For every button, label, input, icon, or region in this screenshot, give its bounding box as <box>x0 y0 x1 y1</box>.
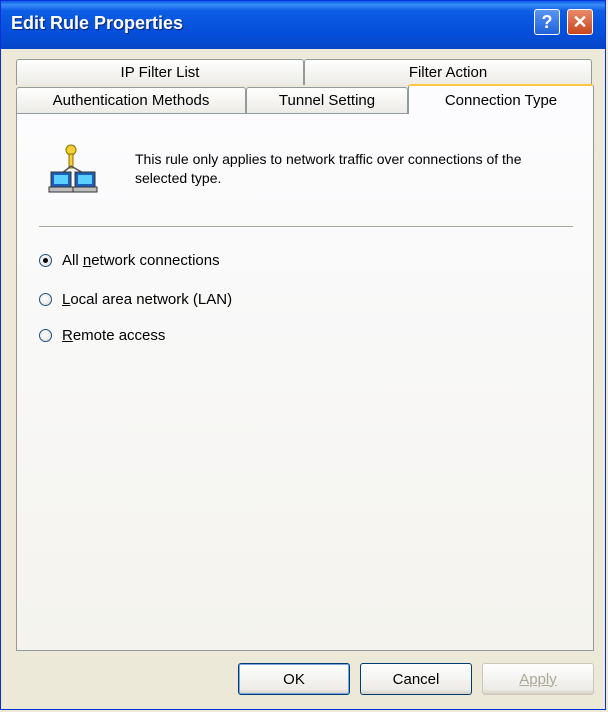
info-text: This rule only applies to network traffi… <box>135 151 522 186</box>
tab-filter-action[interactable]: Filter Action <box>304 59 592 85</box>
radio-label: All network connections <box>62 251 220 269</box>
tab-ip-filter-list[interactable]: IP Filter List <box>16 59 304 85</box>
radio-unselected-icon[interactable] <box>39 292 52 306</box>
radio-label: Local area network (LAN) <box>62 290 233 308</box>
divider <box>39 226 573 228</box>
radio-local-area-network[interactable]: Local area network (LAN) <box>39 289 232 309</box>
tab-label: Tunnel Setting <box>278 92 376 109</box>
network-computers-icon <box>47 144 99 199</box>
tab-label: IP Filter List <box>120 64 200 81</box>
radio-selected-icon[interactable] <box>39 253 52 267</box>
tab-authentication-methods[interactable]: Authentication Methods <box>16 87 246 113</box>
tab-connection-type[interactable]: Connection Type <box>408 84 594 114</box>
tab-panel-connection-type: This rule only applies to network traffi… <box>16 113 594 651</box>
close-icon: ✕ <box>572 11 588 32</box>
radio-unselected-icon[interactable] <box>39 328 52 342</box>
cancel-button[interactable]: Cancel <box>360 663 472 695</box>
window-title: Edit Rule Properties <box>11 13 184 33</box>
close-button[interactable]: ✕ <box>567 9 593 35</box>
tab-label: Authentication Methods <box>52 92 210 109</box>
help-button[interactable]: ? <box>534 9 560 35</box>
apply-button[interactable]: Apply <box>482 663 594 695</box>
tab-label: Filter Action <box>408 64 488 81</box>
tab-label: Connection Type <box>444 91 558 109</box>
title-bar[interactable]: Edit Rule Properties ? ✕ <box>1 1 605 49</box>
radio-label: Remote access <box>62 326 166 344</box>
radio-all-network-connections[interactable]: All network connections <box>39 250 220 270</box>
ok-button[interactable]: OK <box>238 663 350 695</box>
apply-label: Apply <box>519 670 557 688</box>
dialog-window: Edit Rule Properties ? ✕ IP Filter List … <box>0 0 606 710</box>
radio-remote-access[interactable]: Remote access <box>39 325 165 345</box>
tab-tunnel-setting[interactable]: Tunnel Setting <box>246 87 408 113</box>
question-mark-icon: ? <box>541 11 553 32</box>
